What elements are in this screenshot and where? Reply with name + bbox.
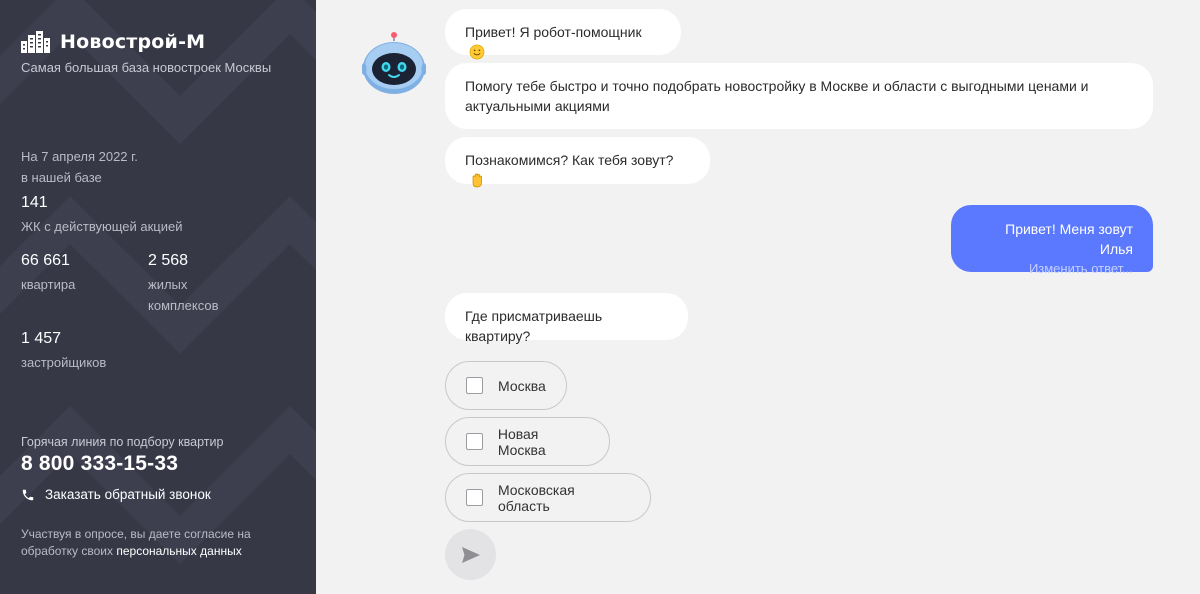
smiling-face-icon — [469, 44, 485, 60]
hotline-label: Горячая линия по подбору квартир — [21, 435, 224, 449]
callback-button[interactable]: Заказать обратный звонок — [21, 487, 211, 502]
checkbox[interactable] — [466, 489, 483, 506]
logo-text: Новострой-М — [60, 31, 206, 53]
option-moscow-region[interactable]: Московская область — [445, 473, 651, 522]
bot-message-text: Где присматриваешь квартиру? — [465, 308, 603, 344]
promo-count: 141 — [21, 194, 48, 211]
complexes-label: жилых комплексов — [148, 274, 218, 316]
bot-message-2: Помогу тебе быстро и точно подобрать нов… — [445, 63, 1153, 129]
tagline: Самая большая база новостроек Москвы — [21, 60, 272, 75]
waving-hand-icon — [472, 173, 482, 188]
bot-message-1: Привет! Я робот-помощник — [445, 9, 681, 60]
checkbox[interactable] — [466, 433, 483, 450]
promo-label: ЖК с действующей акцией — [21, 219, 183, 234]
complexes-count: 2 568 — [148, 252, 189, 269]
option-new-moscow[interactable]: Новая Москва — [445, 417, 610, 466]
stats-date-subline: в нашей базе — [21, 170, 102, 185]
bot-message-text: Помогу тебе быстро и точно подобрать нов… — [465, 78, 1089, 114]
robot-avatar-icon — [362, 32, 426, 94]
sidebar: Новострой-М Самая большая база новострое… — [0, 0, 316, 594]
user-message-text: Привет! Меня зовут Илья — [1005, 221, 1133, 257]
checkbox[interactable] — [466, 377, 483, 394]
bot-message-text: Познакомимся? Как тебя зовут? — [465, 152, 674, 168]
phone-icon — [22, 489, 34, 500]
bot-message-3: Познакомимся? Как тебя зовут? — [445, 137, 710, 188]
bot-message-text: Привет! Я робот-помощник — [465, 24, 642, 40]
option-moscow[interactable]: Москва — [445, 361, 567, 410]
stats-date: На 7 апреля 2022 г. в нашей базе — [21, 146, 138, 188]
logo[interactable]: Новострой-М — [21, 31, 205, 53]
send-button[interactable] — [445, 529, 496, 580]
complexes-label-line2: комплексов — [148, 298, 219, 313]
option-label: Московская область — [497, 481, 575, 514]
buildings-logo-icon — [21, 31, 50, 53]
option-label: Москва — [498, 377, 546, 394]
option-label: Новая Москва — [497, 425, 546, 458]
stats-date-line: На 7 апреля 2022 г. — [21, 149, 138, 164]
bot-message-4: Где присматриваешь квартиру? — [445, 293, 688, 344]
flats-count: 66 661 — [21, 252, 70, 269]
personal-data-link[interactable]: персональных данных — [116, 544, 241, 558]
developers-count: 1 457 — [21, 330, 62, 347]
hotline-phone-number[interactable]: 8 800 333-15-33 — [21, 452, 178, 476]
edit-answer-link[interactable]: Изменить ответ... — [971, 259, 1133, 279]
consent-text: Участвуя в опросе, вы даете согласие на … — [21, 526, 271, 560]
user-message: Привет! Меня зовут Илья Изменить ответ..… — [951, 205, 1153, 276]
flats-label: квартира — [21, 277, 76, 292]
complexes-label-line1: жилых — [148, 277, 188, 292]
callback-label: Заказать обратный звонок — [45, 487, 211, 502]
send-icon — [461, 546, 480, 563]
developers-label: застройщиков — [21, 355, 107, 370]
